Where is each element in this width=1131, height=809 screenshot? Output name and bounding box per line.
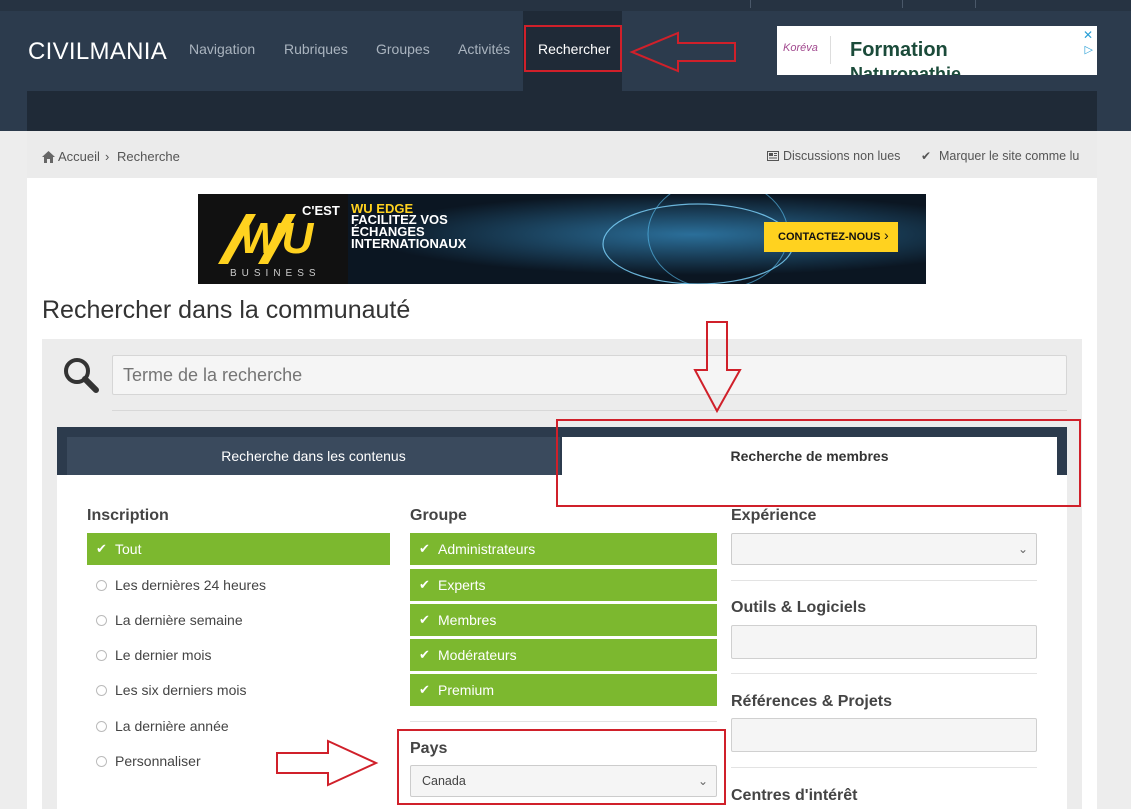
check-icon: ✔ [419, 647, 430, 662]
breadcrumb-home[interactable]: Accueil [58, 149, 100, 164]
annotation-arrow-left [629, 31, 736, 73]
groupe-option[interactable]: ✔ Membres [410, 604, 717, 636]
check-icon: ✔ [96, 541, 107, 556]
inscription-option[interactable]: La dernière année [87, 716, 229, 736]
ad-choices-icon[interactable]: ▷ [1085, 43, 1093, 56]
top-separator [750, 0, 751, 8]
inscription-option[interactable]: Le dernier mois [87, 645, 212, 665]
breadcrumb-current: Recherche [117, 149, 180, 164]
inscription-option[interactable]: Les six derniers mois [87, 680, 247, 700]
annotation-box-members-tab [556, 419, 1081, 507]
search-divider [112, 410, 1067, 411]
radio-icon [96, 685, 107, 696]
search-input[interactable] [112, 355, 1067, 395]
annotation-arrow-right [276, 739, 379, 787]
top-separator [902, 0, 903, 8]
ad-formation[interactable]: Koréva Formation Naturopathie ✕ ▷ [777, 26, 1097, 75]
radio-icon [96, 756, 107, 767]
ad-line1: Formation [850, 39, 948, 61]
inscription-option[interactable]: Personnaliser [87, 751, 201, 771]
centres-title: Centres d'intérêt [731, 787, 858, 804]
groupe-option[interactable]: ✔ Modérateurs [410, 639, 717, 671]
annotation-arrow-down [693, 321, 742, 414]
top-separator [975, 0, 976, 8]
check-icon: ✔ [419, 541, 430, 556]
tab-content-search[interactable]: Recherche dans les contenus [67, 437, 560, 475]
check-icon: ✔ [921, 149, 932, 163]
experience-title: Expérience [731, 507, 817, 524]
outils-input[interactable] [731, 625, 1037, 659]
banner-logo: WU [240, 214, 314, 263]
groupe-title: Groupe [410, 507, 467, 524]
ad-banner-wu[interactable]: C'EST WU BUSINESS WU EDGE FACILITEZ VOS … [198, 194, 926, 284]
banner-business: BUSINESS [230, 268, 321, 279]
annotation-box-rechercher [524, 25, 622, 72]
banner-cta[interactable]: CONTACTEZ-NOUS [778, 231, 880, 243]
breadcrumb-separator: › [105, 149, 110, 164]
search-icon [64, 358, 99, 393]
nav-rubriques[interactable]: Rubriques [284, 41, 348, 57]
inscription-title: Inscription [87, 507, 169, 524]
ad-line2: Naturopathie [850, 64, 962, 75]
chevron-down-icon: ⌄ [1017, 542, 1028, 556]
radio-icon [96, 580, 107, 591]
nav-groupes[interactable]: Groupes [376, 41, 430, 57]
divider [731, 580, 1037, 581]
check-icon: ✔ [419, 577, 430, 592]
groupe-option[interactable]: ✔ Premium [410, 674, 717, 706]
site-logo[interactable]: CIVILMANIA [28, 38, 167, 66]
annotation-box-pays [397, 729, 726, 805]
radio-icon [96, 615, 107, 626]
experience-select[interactable]: ⌄ [731, 533, 1037, 565]
nav-activites[interactable]: Activités [458, 41, 510, 57]
home-icon [42, 151, 55, 163]
chevron-right-icon: › [884, 227, 889, 243]
newspaper-icon [767, 151, 779, 161]
ad-logo: Koréva [781, 36, 831, 64]
banner-headline4: INTERNATIONAUX [351, 236, 467, 251]
divider [410, 721, 717, 722]
radio-icon [96, 650, 107, 661]
inscription-option-all[interactable]: ✔ Tout [87, 533, 390, 565]
top-utility-bar [0, 0, 1131, 11]
mark-read-link[interactable]: Marquer le site comme lu [939, 149, 1079, 163]
outils-title: Outils & Logiciels [731, 599, 867, 616]
inscription-option[interactable]: La dernière semaine [87, 610, 243, 630]
check-icon: ✔ [419, 682, 430, 697]
groupe-option[interactable]: ✔ Experts [410, 569, 717, 601]
inscription-option[interactable]: Les dernières 24 heures [87, 575, 266, 595]
groupe-option[interactable]: ✔ Administrateurs [410, 533, 717, 565]
sub-navigation-bar [27, 91, 1097, 131]
ad-close-icon[interactable]: ✕ [1083, 28, 1093, 42]
divider [731, 767, 1037, 768]
page-title: Rechercher dans la communauté [42, 296, 411, 324]
divider [731, 673, 1037, 674]
nav-navigation[interactable]: Navigation [189, 41, 255, 57]
unread-discussions-link[interactable]: Discussions non lues [783, 149, 900, 163]
breadcrumb-bar: Accueil › Recherche Discussions non lues… [27, 131, 1097, 178]
references-input[interactable] [731, 718, 1037, 752]
check-icon: ✔ [419, 612, 430, 627]
radio-icon [96, 721, 107, 732]
references-title: Références & Projets [731, 693, 892, 710]
